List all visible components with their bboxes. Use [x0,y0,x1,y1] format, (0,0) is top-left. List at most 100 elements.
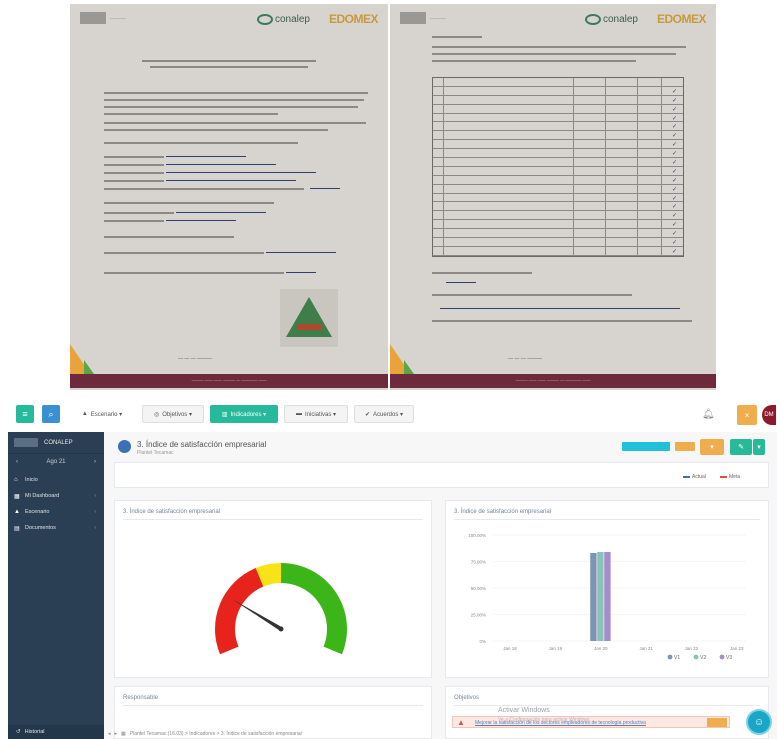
document-footer-bar: ——— —— —— ——— — ———— —— [70,374,388,388]
chevron-right-icon[interactable]: › [94,459,96,465]
x-tick-label: Jan 20 [594,646,608,651]
indicator-header: 3. Índice de satisfacción empresarial Pl… [104,432,777,462]
gauge-band-red [215,568,264,655]
sidebar-item-documentos[interactable]: ▤ Documentos ‹ [8,520,104,536]
windows-activation-hint: Ve a Configuración para activar Windows. [498,717,591,723]
handwritten-entry [166,154,246,157]
search-icon: ⌕ [48,408,54,419]
handwritten-entry [286,270,316,273]
sidebar-item-label: Inicio [25,477,38,483]
arrow-right-icon[interactable]: ▸ [115,731,118,737]
bar-chart-icon: ▥ [221,411,228,418]
alerts-button[interactable]: × [737,405,757,425]
escenario-menu[interactable]: ▲ Escenario ▾ [68,405,136,423]
legend-swatch [693,654,699,660]
chevron-left-icon[interactable]: ‹ [16,459,18,465]
sidebar-item-label: Mi Dashboard [25,493,60,499]
main-content: 3. Índice de satisfacción empresarial Pl… [104,432,777,739]
history-chart-strip: Actual Meta [114,462,769,488]
indicadores-label: Indicadores ▾ [230,411,267,418]
target-icon: ◎ [154,411,160,418]
text-line [104,142,298,144]
text-line [432,53,676,55]
legend-meta: Meta [720,474,740,480]
pyramid-logo-image [280,289,338,347]
chat-icon: ☺ [753,716,765,728]
y-tick-label: 100.00% [468,533,486,538]
sidebar-item-inicio[interactable]: ⌂ Inicio [8,472,104,488]
text-line [104,99,364,101]
sidebar-item-mi-dashboard[interactable]: ▦ Mi Dashboard ‹ [8,488,104,504]
brand-label: CONALEP [44,439,73,446]
user-avatar[interactable]: DM [762,405,776,425]
options-button[interactable]: ▾ [700,439,724,455]
breadcrumb: ◂ ▸ ▦ Plantel Tecamac (16.03) > Indicado… [104,728,744,739]
footer-logos: — — — ——— [178,356,213,362]
text-line [104,129,328,131]
home-icon: ⌂ [14,477,18,483]
form-label [432,272,532,274]
gauge-needle-hub [278,626,284,632]
close-icon: × [744,410,750,420]
handwritten-entry [166,170,316,173]
edomex-logo: EDOMEX [656,12,707,26]
edit-button[interactable]: ✎ [730,439,752,455]
text-line [432,60,636,62]
text-line [432,46,686,48]
sidebar-item-escenario[interactable]: ▲ Escenario ‹ [8,504,104,520]
period-label: Ago 21 [46,459,66,465]
chevron-down-icon: ▾ [710,444,714,451]
footer-logos: — — — ——— [508,356,543,362]
legend-swatch [667,654,673,660]
seal-caption: ———— [430,15,446,20]
form-label [432,294,632,296]
objetivos-menu[interactable]: ◎ Objetivos ▾ [142,405,204,423]
menu-button[interactable]: ≡ [16,405,34,423]
sidebar-item-label: Escenario [25,509,50,515]
gauge-chart [215,563,347,655]
section-heading [104,236,234,238]
sidebar-nav: ⌂ Inicio ▦ Mi Dashboard ‹ ▲ Escenario ‹ … [8,470,104,536]
edit-dropdown-button[interactable]: ▾ [753,439,765,455]
chat-support-button[interactable]: ☺ [746,709,772,735]
bar-v2 [597,551,604,641]
pencil-icon: ✎ [738,444,744,451]
form-label [104,156,164,158]
document-heading-line [142,60,316,62]
chevron-down-icon: ▾ [757,444,761,451]
siga-logo [14,438,38,447]
y-tick-label: 0% [479,639,486,644]
indicadores-menu[interactable]: ▥ Indicadores ▾ [210,405,278,423]
document-icon: ▤ [14,525,20,532]
acuerdos-menu[interactable]: ✔ Acuerdos ▾ [354,405,414,423]
chevron-left-icon: ‹ [94,493,96,499]
notifications-bell-icon[interactable]: 🔔︎ [702,409,715,420]
x-tick-label: Jan 23 [730,646,744,651]
check-icon: ✔ [364,411,370,418]
legend-label: V2 [700,655,706,661]
panel-title: Responsable [123,695,159,701]
iniciativas-menu[interactable]: ▬ Iniciativas ▾ [284,405,348,423]
section-heading [432,36,482,38]
form-label [104,212,174,214]
search-button[interactable]: ⌕ [42,405,60,423]
form-label [104,188,304,190]
objetivo-item[interactable]: ▲ Mejorar la satisfacción de los sectore… [452,716,730,728]
text-line [104,122,366,124]
gauge-band-green [281,563,347,655]
top-toolbar: ≡ ⌕ ▲ Escenario ▾ ◎ Objetivos ▾ ▥ Indica… [0,396,777,432]
y-tick-label: 25.00% [471,613,486,618]
sidebar-footer-historial[interactable]: ↺ Historial [8,725,104,739]
grid-icon: ▦ [121,730,126,737]
handwritten-comment [440,306,680,309]
period-selector[interactable]: ‹ Ago 21 › [8,454,104,470]
legend-label: V1 [674,655,680,661]
arrow-left-icon[interactable]: ◂ [108,731,111,737]
scanned-document-survey-page-1: ———— conalep EDOMEX — — — ——— ——— —— —— … [70,4,388,390]
handwritten-entry [266,250,336,253]
section-heading [104,202,274,204]
legend-swatch [683,475,690,478]
handwritten-entry [310,186,340,189]
sidebar-brand[interactable]: CONALEP [8,432,104,454]
acuerdos-label: Acuerdos ▾ [373,411,404,418]
